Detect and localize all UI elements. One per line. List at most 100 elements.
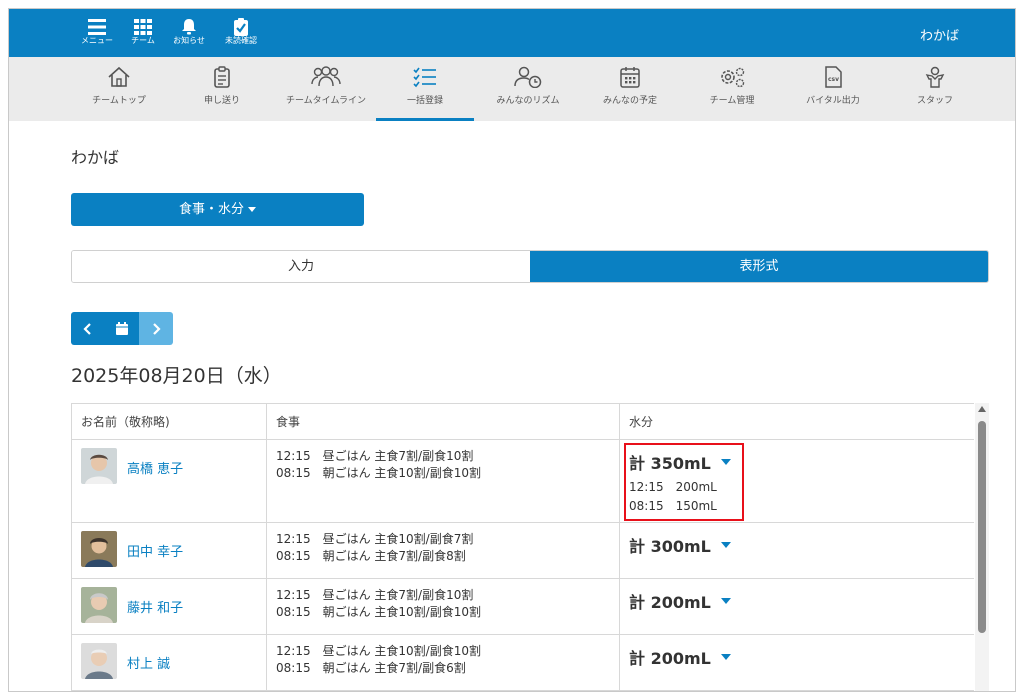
water-total: 計 200mL <box>629 649 711 668</box>
unread-check-label: 未読確認 <box>225 36 257 45</box>
date-navigator <box>71 312 173 345</box>
chevron-down-icon <box>248 207 256 212</box>
main-nav: チームトップ 申し送り チームタイムライン 一括登録 みんなのリズム みんなの予… <box>9 57 1015 121</box>
avatar <box>81 448 117 484</box>
water-total-toggle[interactable]: 計 200mL <box>629 589 731 613</box>
resident-name-link[interactable]: 村上 誠 <box>127 653 170 672</box>
water-total: 計 350mL <box>629 454 711 473</box>
nav-item-everyone-rhythm[interactable]: みんなのリズム <box>479 57 577 121</box>
table-row: 田中 幸子 12:15 昼ごはん 主食10割/副食7割 08:15 朝ごはん 主… <box>71 522 974 579</box>
page-title: わかば <box>71 148 120 167</box>
records-table-container: お名前（敬称略) 食事 水分 高橋 恵子 12:15 昼ごはん 主食7割/副食1… <box>71 403 974 691</box>
nav-item-team-management[interactable]: チーム管理 <box>683 57 781 121</box>
tab-table[interactable]: 表形式 <box>530 251 988 282</box>
table-row: 藤井 和子 12:15 昼ごはん 主食7割/副食10割 08:15 朝ごはん 主… <box>71 578 974 635</box>
scrollbar-thumb[interactable] <box>978 421 986 633</box>
resident-name-link[interactable]: 田中 幸子 <box>127 541 183 560</box>
caret-down-icon <box>720 654 731 660</box>
current-user-name[interactable]: わかば <box>920 25 959 44</box>
bell-icon <box>182 19 196 35</box>
column-header-name: お名前（敬称略) <box>71 403 267 440</box>
category-dropdown[interactable]: 食事・水分 <box>71 193 364 226</box>
clipboard-list-icon <box>214 66 230 88</box>
meal-entry: 08:15 朝ごはん 主食7割/副食8割 <box>276 549 466 563</box>
water-total-toggle[interactable]: 計 300mL <box>629 533 731 557</box>
avatar <box>81 587 117 623</box>
unread-check-button[interactable]: 未読確認 <box>221 15 261 53</box>
calendar-icon <box>116 321 128 335</box>
nav-label: チーム管理 <box>709 96 755 106</box>
svg-text:csv: csv <box>828 76 839 83</box>
caret-down-icon <box>720 598 731 604</box>
csv-file-icon: csv <box>825 66 842 88</box>
meal-entry: 12:15 昼ごはん 主食7割/副食10割 <box>276 449 474 463</box>
team-label: チーム <box>131 36 155 45</box>
home-icon <box>108 66 130 87</box>
nav-label: 一括登録 <box>406 96 443 106</box>
caret-down-icon <box>720 542 731 548</box>
nav-item-everyone-schedule[interactable]: みんなの予定 <box>581 57 679 121</box>
next-day-button[interactable] <box>139 312 173 345</box>
highlight-box: 計 350mL 12:15 200mL 08:15 150mL <box>624 443 744 521</box>
nav-label: 申し送り <box>203 96 240 106</box>
category-dropdown-label: 食事・水分 <box>178 202 244 217</box>
checklist-icon <box>413 67 436 88</box>
nav-item-handover[interactable]: 申し送り <box>173 57 271 121</box>
nav-item-team-top[interactable]: チームトップ <box>70 57 168 121</box>
avatar <box>81 531 117 567</box>
notifications-label: お知らせ <box>173 36 205 45</box>
calendar-picker-button[interactable] <box>105 312 139 345</box>
nav-item-team-timeline[interactable]: チームタイムライン <box>277 57 375 121</box>
meal-entry: 12:15 昼ごはん 主食10割/副食10割 <box>276 644 481 658</box>
meal-entry: 12:15 昼ごはん 主食10割/副食7割 <box>276 532 474 546</box>
meal-entry: 08:15 朝ごはん 主食7割/副食6割 <box>276 661 466 675</box>
team-button[interactable]: チーム <box>123 15 163 53</box>
gears-icon <box>721 67 745 88</box>
people-icon <box>311 66 341 87</box>
person-clock-icon <box>514 66 542 88</box>
caret-down-icon <box>720 459 731 465</box>
calendar-icon <box>620 67 640 88</box>
nav-label: チームタイムライン <box>285 96 367 106</box>
water-total-toggle[interactable]: 計 350mL <box>629 450 731 474</box>
nav-label: チームトップ <box>92 96 146 106</box>
nav-label: みんなの予定 <box>602 96 657 106</box>
nav-item-staff[interactable]: スタッフ <box>886 57 984 121</box>
tab-input[interactable]: 入力 <box>72 251 530 282</box>
meal-entry: 08:15 朝ごはん 主食10割/副食10割 <box>276 466 481 480</box>
date-heading: 2025年08月20日（水） <box>71 365 282 387</box>
menu-icon <box>88 19 106 35</box>
notifications-button[interactable]: お知らせ <box>169 15 209 53</box>
table-scrollbar[interactable] <box>975 403 989 691</box>
resident-name-link[interactable]: 藤井 和子 <box>127 597 183 616</box>
menu-label: メニュー <box>81 36 113 45</box>
water-total-toggle[interactable]: 計 200mL <box>629 645 731 669</box>
previous-day-button[interactable] <box>71 312 105 345</box>
nav-item-bulk-register[interactable]: 一括登録 <box>376 57 474 121</box>
top-bar: メニュー チーム お知らせ 未読確認 わかば <box>9 9 1015 57</box>
staff-icon <box>925 66 945 88</box>
clipboard-check-icon <box>234 18 248 36</box>
menu-button[interactable]: メニュー <box>77 15 117 53</box>
scroll-up-arrow-icon[interactable] <box>978 406 986 412</box>
app-frame: メニュー チーム お知らせ 未読確認 わかば チームトップ 申し送り チームタイ… <box>8 8 1016 692</box>
avatar <box>81 643 117 679</box>
nav-label: スタッフ <box>916 96 953 106</box>
chevron-left-icon <box>83 322 91 335</box>
nav-label: バイタル出力 <box>806 96 860 106</box>
meal-entry: 12:15 昼ごはん 主食7割/副食10割 <box>276 588 474 602</box>
nav-item-vital-export[interactable]: csv バイタル出力 <box>784 57 882 121</box>
water-total: 計 300mL <box>629 537 711 556</box>
nav-label: みんなのリズム <box>496 96 560 106</box>
table-header-row: お名前（敬称略) 食事 水分 <box>71 403 974 440</box>
water-entry: 08:15 150mL <box>629 499 717 513</box>
column-header-water: 水分 <box>619 403 974 440</box>
resident-name-link[interactable]: 高橋 恵子 <box>127 458 183 477</box>
records-table: お名前（敬称略) 食事 水分 高橋 恵子 12:15 昼ごはん 主食7割/副食1… <box>71 403 974 691</box>
grid-icon <box>134 19 152 35</box>
view-mode-toggle: 入力 表形式 <box>71 250 989 283</box>
table-row: 村上 誠 12:15 昼ごはん 主食10割/副食10割 08:15 朝ごはん 主… <box>71 634 974 691</box>
water-total: 計 200mL <box>629 593 711 612</box>
water-entry: 12:15 200mL <box>629 480 717 494</box>
chevron-right-icon <box>153 322 161 335</box>
